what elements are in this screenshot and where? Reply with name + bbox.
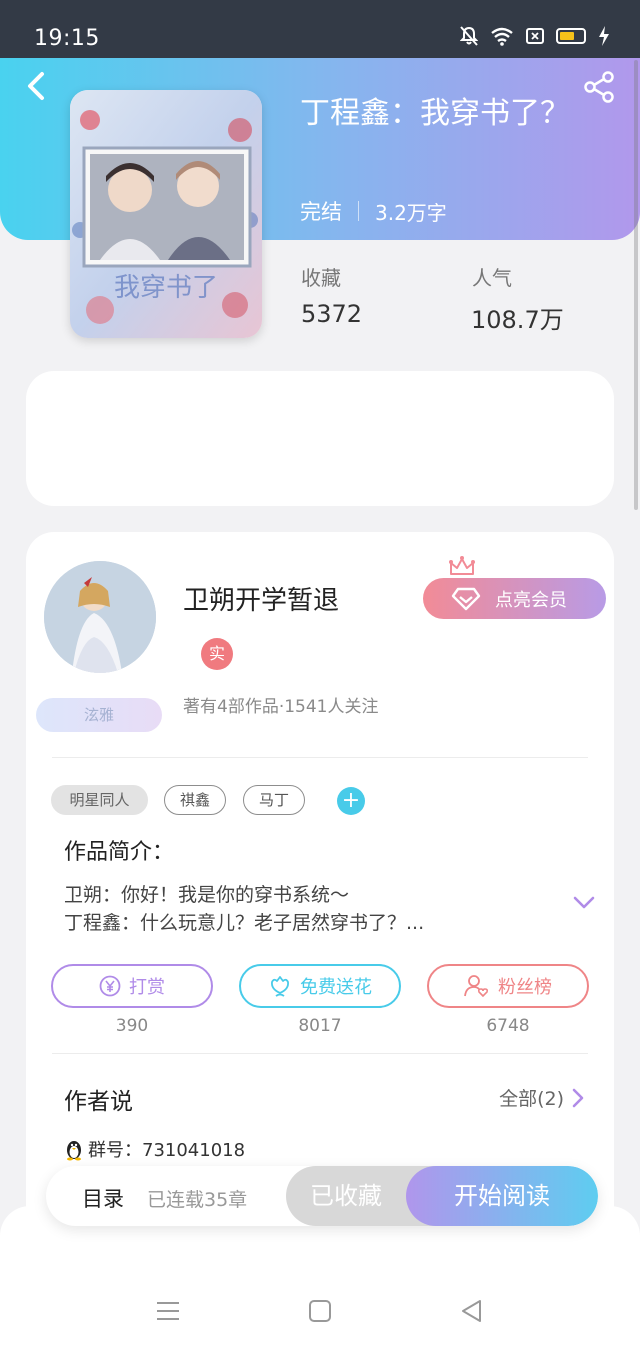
- back-icon[interactable]: [22, 68, 52, 104]
- author-says-title: 作者说: [64, 1089, 133, 1115]
- bottom-sheet: [0, 1206, 640, 1351]
- book-cover[interactable]: 我穿书了: [70, 90, 262, 338]
- divider: [52, 1053, 588, 1054]
- view-all-link[interactable]: 全部(2): [499, 1084, 584, 1111]
- flower-icon: [271, 976, 289, 997]
- stat-favorites-value: 5372: [301, 300, 363, 328]
- reward-label: 打赏: [129, 977, 165, 998]
- start-reading-label: 开始阅读: [454, 1182, 550, 1210]
- free-flower-button[interactable]: 免费送花: [239, 964, 401, 1008]
- chevron-down-icon[interactable]: [572, 895, 596, 911]
- empty-card: [26, 371, 614, 506]
- yen-coin-icon: [99, 975, 121, 997]
- scrollbar[interactable]: [634, 60, 638, 510]
- group-number-text: 群号：731041018: [88, 1140, 246, 1161]
- tag-item[interactable]: 马丁: [243, 785, 305, 815]
- charging-icon: [599, 26, 609, 46]
- author-name[interactable]: 卫朔开学暂退: [183, 580, 339, 617]
- status-icons: [460, 26, 610, 46]
- author-works-meta: 著有4部作品·1541人关注: [183, 697, 379, 717]
- chevron-right-icon: [572, 1088, 584, 1107]
- start-reading-button[interactable]: 开始阅读: [406, 1166, 598, 1226]
- stat-favorites-label: 收藏: [301, 266, 341, 290]
- battery-icon: [556, 28, 586, 44]
- author-avatar[interactable]: [44, 561, 156, 673]
- svg-text:我穿书了: 我穿书了: [114, 273, 218, 303]
- bottom-action-bar: 目录 已连载35章 已收藏 开始阅读: [46, 1166, 598, 1226]
- menu-icon[interactable]: [153, 1298, 183, 1324]
- view-all-label: 全部(2): [499, 1088, 564, 1110]
- crown-icon: [449, 556, 475, 575]
- serial-status: 已连载35章: [147, 1189, 248, 1211]
- status-time: 19:15: [34, 26, 100, 51]
- fan-ranking-button[interactable]: 粉丝榜: [427, 964, 589, 1008]
- status-bar: 19:15: [0, 0, 640, 58]
- reward-count: 390: [115, 1016, 149, 1036]
- sim-icon: [526, 28, 544, 44]
- intro-line: 丁程鑫：什么玩意儿？老子居然穿书了？...: [64, 912, 425, 934]
- wifi-icon: [491, 27, 513, 46]
- collected-label: 已收藏: [310, 1182, 382, 1210]
- intro-title: 作品简介：: [64, 840, 175, 865]
- free-flower-label: 免费送花: [300, 977, 372, 998]
- vip-button[interactable]: 点亮会员: [423, 578, 606, 619]
- tag-item[interactable]: 明星同人: [51, 785, 148, 815]
- avatar-image: [44, 561, 156, 673]
- diamond-icon: [451, 587, 481, 610]
- fan-ranking-label: 粉丝榜: [498, 977, 552, 998]
- fan-level-label: 泫雅: [83, 706, 114, 724]
- bell-muted-icon: [460, 26, 478, 46]
- cover-image: 我穿书了: [70, 90, 262, 338]
- home-icon[interactable]: [305, 1298, 335, 1324]
- reward-button[interactable]: 打赏: [51, 964, 213, 1008]
- group-number: 群号：731041018: [64, 1136, 245, 1162]
- meta-divider: [358, 201, 359, 221]
- user-heart-icon: [464, 975, 489, 998]
- book-title: 丁程鑫：我穿书了？: [300, 96, 570, 131]
- intro-line: 卫朔：你好！我是你的穿书系统～: [64, 884, 350, 906]
- stat-popularity-value: 108.7万: [471, 306, 564, 334]
- fan-count: 6748: [486, 1016, 530, 1036]
- book-meta: 完结 3.2万字: [300, 196, 447, 226]
- divider: [52, 757, 588, 758]
- fan-level-badge: 泫雅: [36, 698, 162, 732]
- tag-item[interactable]: 祺鑫: [164, 785, 226, 815]
- vip-button-label: 点亮会员: [495, 589, 567, 611]
- verified-badge: 实: [201, 638, 233, 670]
- add-tag-button[interactable]: +: [337, 787, 365, 815]
- flower-count: 8017: [298, 1016, 342, 1036]
- back-nav-icon[interactable]: [457, 1298, 487, 1324]
- stat-popularity-label: 人气: [472, 266, 512, 290]
- table-of-contents-button[interactable]: 目录: [82, 1183, 124, 1213]
- word-count: 3.2万字: [375, 200, 447, 225]
- book-status: 完结: [300, 200, 342, 224]
- penguin-icon: [67, 1141, 81, 1161]
